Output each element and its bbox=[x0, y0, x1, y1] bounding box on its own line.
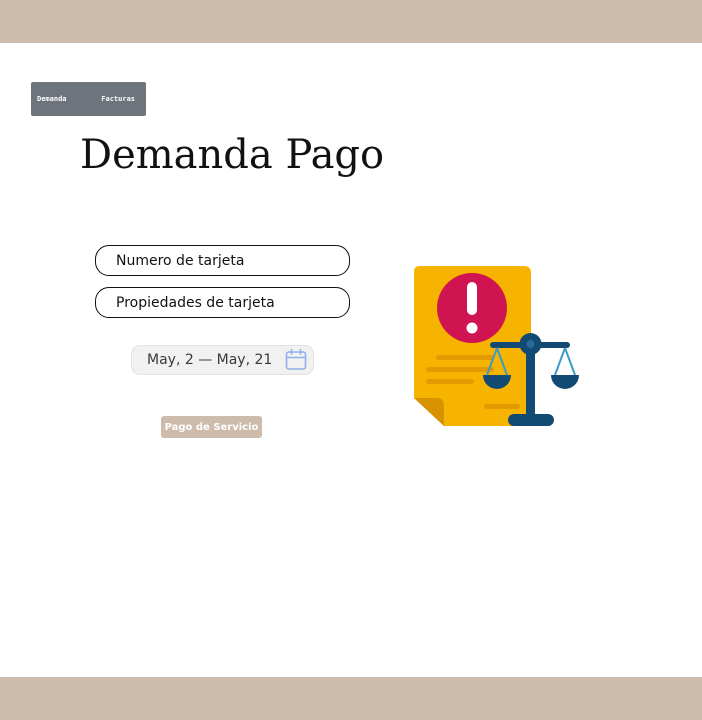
card-properties-input[interactable] bbox=[95, 287, 350, 318]
nav-item-demanda[interactable]: Demanda bbox=[37, 95, 67, 103]
card-number-input[interactable] bbox=[95, 245, 350, 276]
date-range-picker[interactable]: May, 2 — May, 21 bbox=[131, 345, 314, 375]
bottom-band bbox=[0, 677, 702, 720]
nav-item-facturas[interactable]: Facturas bbox=[101, 95, 135, 103]
date-range-text: May, 2 — May, 21 bbox=[147, 352, 273, 368]
top-nav: Demanda Facturas bbox=[31, 82, 146, 116]
top-band bbox=[0, 0, 702, 43]
calendar-icon[interactable] bbox=[284, 348, 308, 372]
lawsuit-document-scale-icon bbox=[410, 258, 582, 430]
pay-service-button[interactable]: Pago de Servicio bbox=[161, 416, 262, 438]
page-title: Demanda Pago bbox=[80, 132, 385, 178]
